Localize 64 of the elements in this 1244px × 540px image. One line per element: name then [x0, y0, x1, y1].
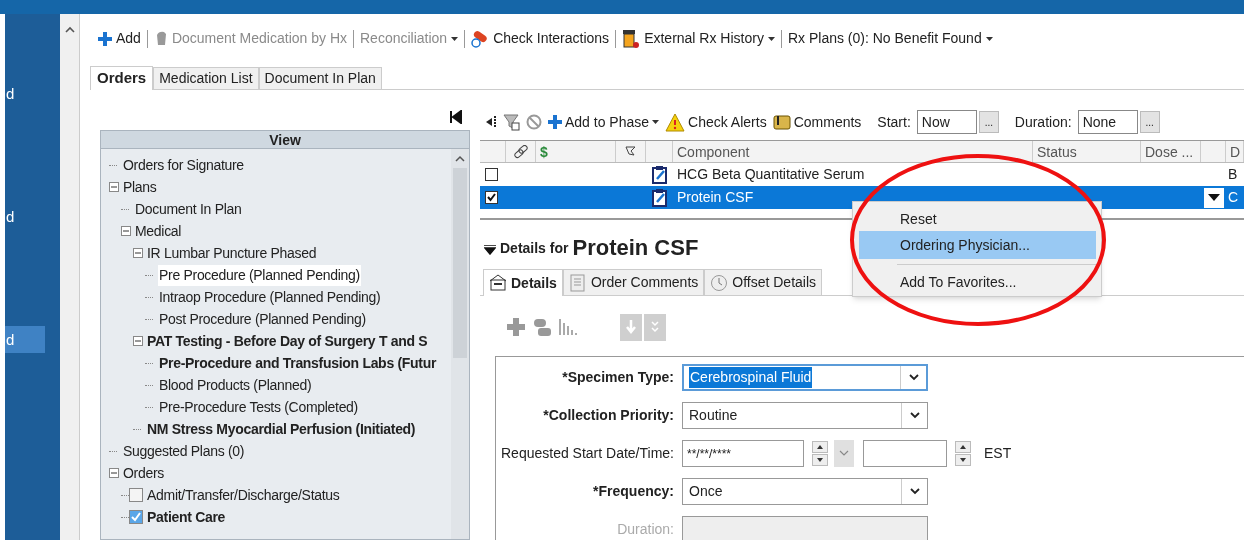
sidebar-item[interactable]: d	[5, 326, 45, 353]
tree-item[interactable]: Intraop Procedure (Planned Pending)	[158, 286, 382, 308]
tree-item[interactable]: Patient Care	[146, 506, 227, 528]
cell-text: Protein CSF	[676, 188, 755, 207]
tree-item[interactable]: Medical	[134, 220, 183, 242]
tree-item[interactable]: Post Procedure (Planned Pending)	[158, 308, 367, 330]
toolbar-button[interactable]: External Rx History	[622, 28, 775, 49]
tree-item[interactable]: IR Lumbar Puncture Phased	[146, 242, 318, 264]
tab[interactable]: Orders	[90, 66, 154, 90]
tab[interactable]: Document In Plan	[258, 67, 382, 89]
menu-item[interactable]: Ordering Physician...	[859, 231, 1096, 259]
field-label: Duration:	[1014, 112, 1072, 132]
field-label: Duration:	[616, 520, 675, 539]
tree-item[interactable]: Blood Products (Planned)	[158, 374, 313, 396]
tree-item[interactable]: Suggested Plans (0)	[122, 440, 246, 462]
field-label: *Specimen Type:	[561, 368, 675, 387]
toolbar-button[interactable]: Comments	[772, 111, 862, 133]
date-field[interactable]: **/**/****	[682, 440, 804, 467]
menu-item[interactable]: Reset	[859, 207, 1096, 231]
details-label: Details for	[500, 239, 569, 258]
toolbar-button[interactable]: Check Alerts	[665, 111, 767, 133]
field-label: Start:	[877, 112, 911, 132]
timezone-label: EST	[984, 444, 1012, 463]
field-label: *Frequency:	[592, 482, 675, 501]
menu-item[interactable]: Add To Favorites...	[859, 270, 1096, 294]
column-header[interactable]: Status	[1033, 141, 1141, 162]
ellipsis-button[interactable]: ...	[978, 111, 999, 133]
toolbar-button[interactable]: Add	[98, 28, 141, 49]
cell-text: HCG Beta Quantitative Serum	[676, 165, 866, 184]
toolbar-button[interactable]: Add to Phase	[548, 111, 660, 133]
tab[interactable]: Order Comments	[562, 269, 705, 295]
tree-item[interactable]: Document In Plan	[134, 198, 243, 220]
dropdown-field[interactable]: Routine	[682, 402, 928, 429]
tree-item[interactable]: Pre Procedure (Planned Pending)	[158, 264, 361, 286]
tree-item[interactable]: Admit/Transfer/Discharge/Status	[146, 484, 341, 506]
details-title: Protein CSF	[572, 234, 699, 262]
sidebar-item[interactable]: d	[5, 80, 45, 107]
tree-item[interactable]: Pre-Procedure Tests (Completed)	[158, 396, 359, 418]
tree-item[interactable]: Plans	[122, 176, 158, 198]
ellipsis-button[interactable]: ...	[1139, 111, 1160, 133]
column-header[interactable]: $	[536, 141, 616, 162]
tree-item[interactable]: Orders for Signature	[122, 154, 245, 176]
toolbar-button[interactable]: Check Interactions	[471, 28, 610, 49]
cell-text: C	[1227, 188, 1240, 207]
tab[interactable]: Details	[483, 269, 563, 296]
toolbar-button[interactable]: Rx Plans (0): No Benefit Found	[787, 28, 993, 49]
column-header[interactable]: Dose ...	[1141, 141, 1201, 162]
cell-text: B	[1227, 165, 1239, 184]
tree-item[interactable]: Pre-Procedure and Transfusion Labs (Futur	[158, 352, 438, 374]
sidebar-item[interactable]: d	[5, 203, 45, 230]
column-header[interactable]: Component	[673, 141, 1033, 162]
dropdown-field[interactable]: Cerebrospinal Fluid	[682, 364, 928, 391]
duration-field[interactable]: None	[1077, 110, 1138, 134]
tree-item[interactable]: Orders	[122, 462, 165, 484]
column-header[interactable]: D	[1226, 141, 1244, 162]
tree-item[interactable]: NM Stress Myocardial Perfusion (Initiated)	[146, 418, 417, 440]
panel-header: View	[101, 131, 469, 149]
dropdown-field[interactable]: Once	[682, 478, 928, 505]
field-label: *Collection Priority:	[542, 406, 675, 425]
field-label: Requested Start Date/Time:	[500, 444, 675, 463]
start-field[interactable]: Now	[916, 110, 977, 134]
tab[interactable]: Medication List	[153, 67, 259, 89]
tab[interactable]: Offset Details	[704, 269, 823, 295]
tree-item[interactable]: PAT Testing - Before Day of Surgery T and S	[146, 330, 429, 352]
